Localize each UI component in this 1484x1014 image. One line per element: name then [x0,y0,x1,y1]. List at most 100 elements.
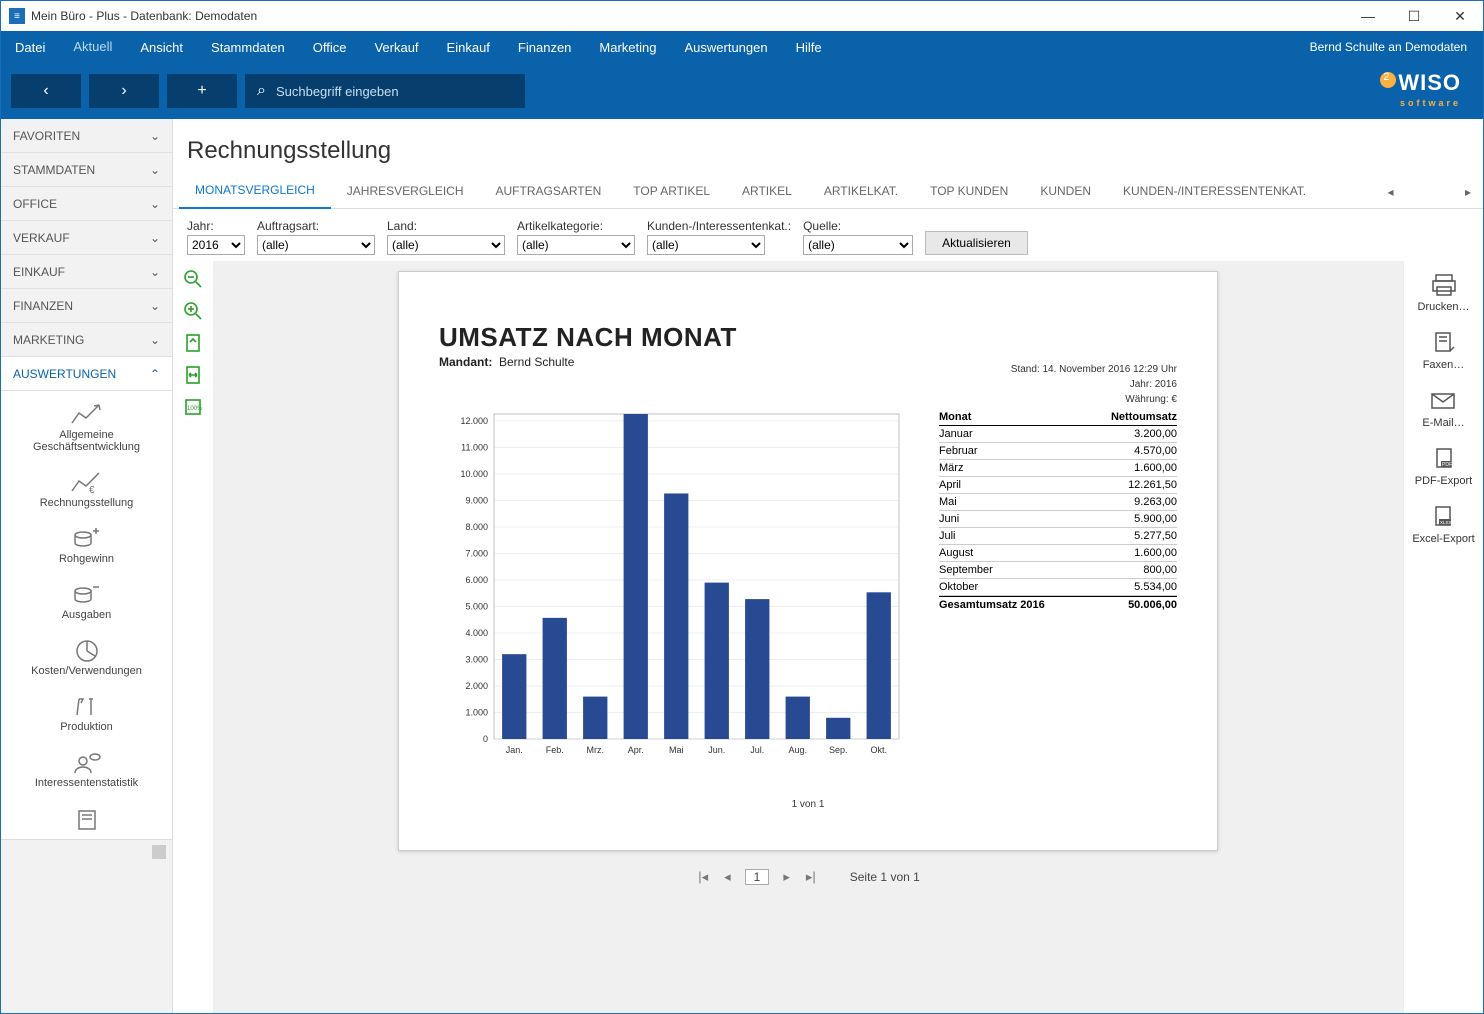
sidebar-cat-marketing[interactable]: MARKETING⌄ [1,323,172,357]
sidebar-cat-finanzen[interactable]: FINANZEN⌄ [1,289,172,323]
svg-text:6.000: 6.000 [465,575,488,585]
action-fax[interactable]: Faxen… [1423,331,1465,371]
pager-first[interactable]: |◂ [696,869,710,885]
minimize-button[interactable]: — [1345,1,1391,31]
fit-width-button[interactable] [183,365,203,385]
tab-kunden[interactable]: KUNDEN [1024,176,1107,208]
toolbar: ‹ › + ⌕ WISO software [1,63,1483,119]
sidebar-item-interessenten[interactable]: Interessentenstatistik [1,739,172,795]
menu-stammdaten[interactable]: Stammdaten [197,31,299,63]
filter-artikelkat-select[interactable]: (alle) [517,235,635,255]
menu-verkauf[interactable]: Verkauf [360,31,432,63]
menu-aktuell[interactable]: Aktuell [59,31,126,63]
filter-jahr-select[interactable]: 2016 [187,235,245,255]
menu-finanzen[interactable]: Finanzen [504,31,585,63]
sidebar-cat-favoriten[interactable]: FAVORITEN⌄ [1,119,172,153]
sidebar-cat-einkauf[interactable]: EINKAUF⌄ [1,255,172,289]
sidebar-item-ausgaben[interactable]: Ausgaben [1,571,172,627]
tab-top-kunden[interactable]: TOP KUNDEN [914,176,1024,208]
svg-text:9.000: 9.000 [465,495,488,505]
filter-kundenkat-select[interactable]: (alle) [647,235,765,255]
svg-text:Jan.: Jan. [506,745,523,755]
menu-einkauf[interactable]: Einkauf [433,31,504,63]
tab-auftragsarten[interactable]: AUFTRAGSARTEN [480,176,618,208]
sidebar-collapse-button[interactable] [152,845,166,859]
svg-text:10.000: 10.000 [460,469,488,479]
filter-land-select[interactable]: (alle) [387,235,505,255]
filters: Jahr:2016 Auftragsart:(alle) Land:(alle)… [173,209,1483,261]
sidebar-item-more[interactable] [1,795,172,839]
tabs-scroll-left[interactable]: ◂ [1382,185,1400,199]
nav-add-button[interactable]: + [167,74,237,108]
zdf-icon [1380,72,1396,88]
search-icon: ⌕ [257,82,266,100]
filter-auftragsart-select[interactable]: (alle) [257,235,375,255]
svg-text:PDF: PDF [1442,462,1452,468]
fit-page-button[interactable] [183,333,203,353]
svg-text:Jun.: Jun. [708,745,725,755]
pager-current[interactable]: 1 [745,869,770,885]
pager-text: Seite 1 von 1 [850,870,920,884]
menu-ansicht[interactable]: Ansicht [126,31,197,63]
chevron-up-icon: ⌃ [150,367,160,381]
chevron-down-icon: ⌄ [150,231,160,245]
preview-area: UMSATZ NACH MONAT Mandant: Bernd Schulte… [213,261,1403,1013]
menu-datei[interactable]: Datei [1,31,59,63]
filter-kundenkat-label: Kunden-/Interessentenkat.: [647,219,791,233]
action-print[interactable]: Drucken… [1418,273,1470,313]
menu-marketing[interactable]: Marketing [585,31,670,63]
app-icon: ≡ [9,8,25,24]
filter-land-label: Land: [387,219,505,233]
svg-text:Feb.: Feb. [546,745,564,755]
maximize-button[interactable]: ☐ [1391,1,1437,31]
menu-hilfe[interactable]: Hilfe [782,31,836,63]
svg-text:XLSX: XLSX [1440,520,1452,525]
zoom-100-button[interactable]: 100% [183,397,203,417]
tab-artikelkat[interactable]: ARTIKELKAT. [808,176,914,208]
tabs: MONATSVERGLEICH JAHRESVERGLEICH AUFTRAGS… [173,175,1483,209]
zoom-out-button[interactable] [183,269,203,289]
pager-last[interactable]: ▸| [804,869,818,885]
action-pdf[interactable]: PDFPDF-Export [1415,447,1472,487]
action-email[interactable]: E-Mail… [1422,389,1464,429]
chevron-down-icon: ⌄ [150,333,160,347]
svg-text:Okt.: Okt. [870,745,887,755]
nav-forward-button[interactable]: › [89,74,159,108]
sidebar-item-kosten[interactable]: Kosten/Verwendungen [1,627,172,683]
table-row: Februar4.570,00 [939,443,1177,460]
sidebar-cat-stammdaten[interactable]: STAMMDATEN⌄ [1,153,172,187]
sidebar-item-rechnungsstellung[interactable]: €Rechnungsstellung [1,459,172,515]
menu-office[interactable]: Office [299,31,361,63]
search-input[interactable] [276,84,513,99]
tab-artikel[interactable]: ARTIKEL [726,176,808,208]
menu-auswertungen[interactable]: Auswertungen [670,31,781,63]
tab-kundenkat[interactable]: KUNDEN-/INTERESSENTENKAT. [1107,176,1322,208]
nav-back-button[interactable]: ‹ [11,74,81,108]
tab-jahresvergleich[interactable]: JAHRESVERGLEICH [331,176,480,208]
pager-prev[interactable]: ◂ [722,869,733,885]
filter-quelle-select[interactable]: (alle) [803,235,913,255]
sidebar-item-geschaeft[interactable]: Allgemeine Geschäftsentwicklung [1,391,172,459]
sidebar-item-rohgewinn[interactable]: Rohgewinn [1,515,172,571]
svg-text:Mrz.: Mrz. [587,745,605,755]
sidebar-cat-auswertungen[interactable]: AUSWERTUNGEN⌃ [1,357,172,391]
chevron-down-icon: ⌄ [150,163,160,177]
sidebar-cat-office[interactable]: OFFICE⌄ [1,187,172,221]
search-wrap: ⌕ [245,74,525,108]
pager-next[interactable]: ▸ [781,869,792,885]
sidebar-cat-verkauf[interactable]: VERKAUF⌄ [1,221,172,255]
svg-text:Aug.: Aug. [788,745,807,755]
zoom-in-button[interactable] [183,301,203,321]
tab-monatsvergleich[interactable]: MONATSVERGLEICH [179,175,331,209]
tabs-scroll-right[interactable]: ▸ [1459,185,1477,199]
svg-text:11.000: 11.000 [461,442,488,452]
action-excel[interactable]: XLSXExcel-Export [1412,505,1474,545]
table-row: September800,00 [939,562,1177,579]
svg-text:Mai: Mai [669,745,684,755]
tab-top-artikel[interactable]: TOP ARTIKEL [617,176,726,208]
close-button[interactable]: ✕ [1437,1,1483,31]
refresh-button[interactable]: Aktualisieren [925,231,1028,255]
sidebar-item-produktion[interactable]: Produktion [1,683,172,739]
table-row: Oktober5.534,00 [939,579,1177,596]
page-title: Rechnungsstellung [173,119,1483,175]
